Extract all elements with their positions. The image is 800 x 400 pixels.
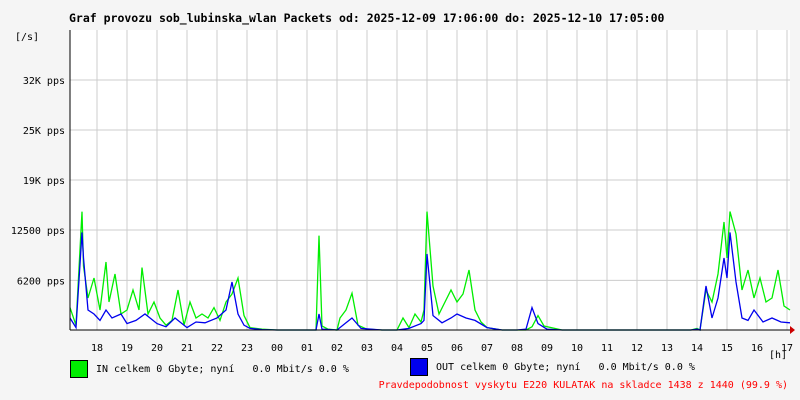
- x-tick-label: 22: [211, 343, 223, 354]
- x-tick-label: 15: [721, 343, 733, 354]
- x-tick-label: 11: [601, 343, 613, 354]
- legend-out-label: OUT celkem 0 Gbyte; nyní 0.0 Mbit/s 0.0 …: [436, 361, 695, 373]
- y-tick-label: 6200 pps: [17, 276, 65, 287]
- x-tick-label: 04: [391, 343, 403, 354]
- x-tick-label: 08: [511, 343, 523, 354]
- legend-out: OUT celkem 0 Gbyte; nyní 0.0 Mbit/s 0.0 …: [410, 356, 695, 378]
- x-tick-label: 00: [271, 343, 283, 354]
- x-tick-label: 19: [121, 343, 133, 354]
- x-axis-label: [h]: [769, 350, 787, 361]
- y-tick-label: 12500 pps: [11, 226, 65, 237]
- x-tick-label: 21: [181, 343, 193, 354]
- y-tick-label: 32K pps: [23, 76, 65, 87]
- chart-stage: Graf provozu sob_lubinska_wlan Packets o…: [0, 0, 800, 400]
- x-tick-label: 03: [361, 343, 373, 354]
- x-axis-arrow: [790, 326, 795, 334]
- x-tick-label: 05: [421, 343, 433, 354]
- y-tick-label: 19K pps: [23, 176, 65, 187]
- x-tick-label: 12: [631, 343, 643, 354]
- legend-in-label: IN celkem 0 Gbyte; nyní 0.0 Mbit/s 0.0 %: [96, 363, 349, 375]
- x-tick-label: 09: [541, 343, 553, 354]
- x-tick-label: 13: [661, 343, 673, 354]
- x-tick-label: 16: [751, 343, 763, 354]
- x-tick-label: 01: [301, 343, 313, 354]
- legend-in: IN celkem 0 Gbyte; nyní 0.0 Mbit/s 0.0 %: [70, 358, 349, 380]
- chart-svg: 6200 pps 12500 pps 19K pps 25K pps 32K pps 18…: [11, 30, 795, 361]
- x-tick-label: 14: [691, 343, 703, 354]
- y-tick-label: 25K pps: [23, 126, 65, 137]
- x-tick-label: 02: [331, 343, 343, 354]
- x-tick-label: 18: [91, 343, 103, 354]
- legend-in-swatch: [70, 360, 88, 378]
- y-axis-label: [/s]: [15, 32, 39, 43]
- x-tick-label: 23: [241, 343, 253, 354]
- legend-out-swatch: [410, 358, 428, 376]
- x-tick-label: 07: [481, 343, 493, 354]
- x-tick-label: 06: [451, 343, 463, 354]
- x-tick-label: 20: [151, 343, 163, 354]
- availability-footnote: Pravdepodobnost vyskytu E220 KULATAK na …: [378, 380, 788, 391]
- x-tick-label: 10: [571, 343, 583, 354]
